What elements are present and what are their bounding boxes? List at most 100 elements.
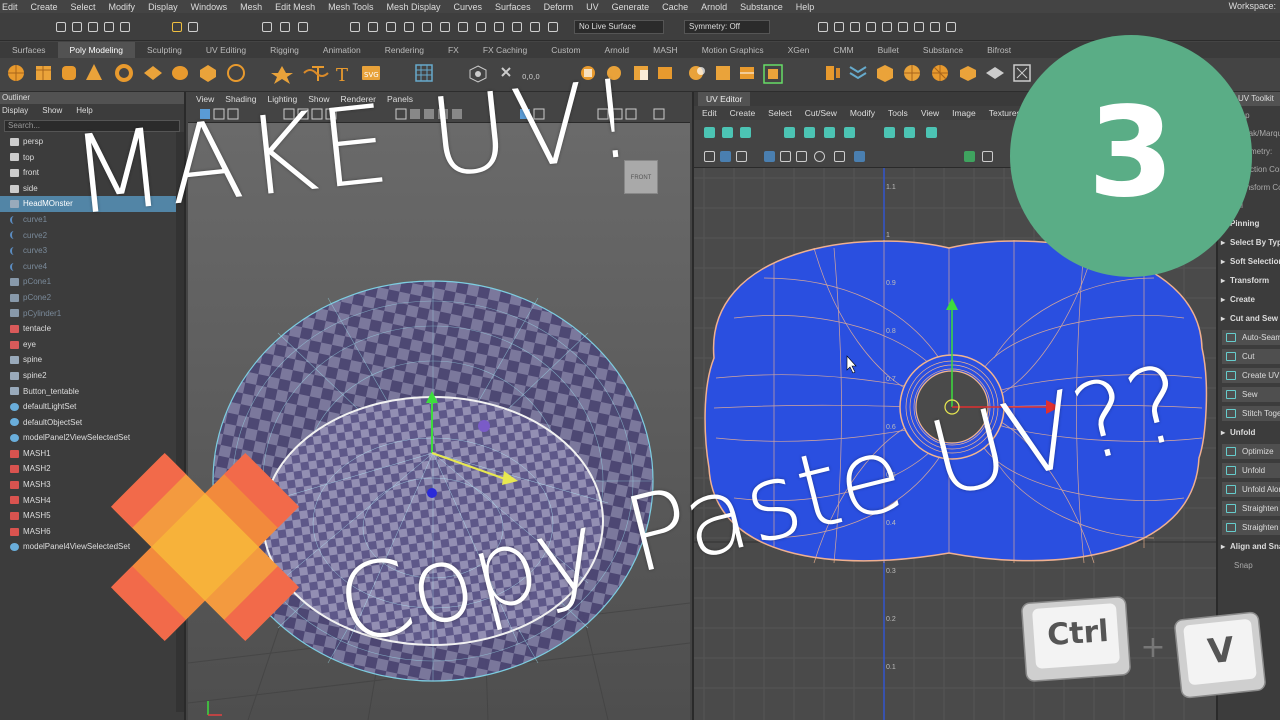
- menu-item[interactable]: Mesh Display: [387, 2, 441, 12]
- undo-icon[interactable]: [104, 22, 114, 32]
- menu-item[interactable]: Windows: [191, 2, 228, 12]
- uv-canvas[interactable]: 1.1 1 0.9 0.8 0.7 0.6 0.5 0.4 0.3 0.2 0.1: [694, 168, 1216, 720]
- menu-item[interactable]: Cache: [662, 2, 688, 12]
- menu-item[interactable]: Modify: [109, 2, 136, 12]
- uv-menu-item[interactable]: Tools: [888, 108, 908, 118]
- shelf-tab[interactable]: Rigging: [258, 42, 311, 58]
- outliner-item[interactable]: MASH4: [0, 493, 184, 509]
- toolkit-section-header[interactable]: ▸ Select By Type: [1218, 235, 1280, 251]
- outliner-item[interactable]: HeadMOnster: [0, 196, 184, 212]
- uv-distortion-icon[interactable]: [736, 151, 747, 162]
- uv-shaded-icon[interactable]: [720, 151, 731, 162]
- poly-cube-icon[interactable]: [36, 66, 51, 80]
- shelf-tab[interactable]: Bullet: [866, 42, 911, 58]
- view-cube[interactable]: FRONT: [624, 160, 658, 194]
- shelf-tab[interactable]: Custom: [539, 42, 592, 58]
- component-mode-icon[interactable]: [188, 22, 198, 32]
- snap-view-icon[interactable]: [404, 22, 414, 32]
- outliner-item[interactable]: spine2: [0, 368, 184, 384]
- shelf-tab[interactable]: UV Editing: [194, 42, 258, 58]
- viewport-menu-item[interactable]: Shading: [225, 94, 256, 104]
- uv-cut-icon[interactable]: [884, 127, 895, 138]
- xray-icon[interactable]: [438, 109, 448, 119]
- toolkit-button[interactable]: Straighten UVs: [1222, 501, 1280, 516]
- toolkit-button[interactable]: Auto-Seams: [1222, 330, 1280, 345]
- bevel-icon[interactable]: [634, 66, 648, 80]
- outliner-item[interactable]: persp: [0, 134, 184, 150]
- toolkit-section-header[interactable]: ▸ Transform: [1218, 273, 1280, 289]
- head-monster-mesh[interactable]: [212, 280, 654, 682]
- viewport-menu-item[interactable]: Renderer: [341, 94, 376, 104]
- color-management-icon[interactable]: [653, 108, 665, 120]
- outliner-item[interactable]: defaultObjectSet: [0, 415, 184, 431]
- film-gate-icon[interactable]: [297, 108, 309, 120]
- fill-hole-icon[interactable]: [904, 65, 920, 81]
- crease-icon[interactable]: [1013, 64, 1031, 82]
- gate-mask-icon[interactable]: [325, 108, 337, 120]
- bool-inter-icon[interactable]: [716, 66, 730, 80]
- uv-menu-item[interactable]: Select: [768, 108, 792, 118]
- toolkit-section-header[interactable]: ▸ Align and Snap: [1218, 539, 1280, 555]
- outliner-item[interactable]: modelPanel2ViewSelectedSet: [0, 430, 184, 446]
- snap-vertex-icon[interactable]: [458, 22, 468, 32]
- render-settings-icon[interactable]: [866, 22, 876, 32]
- smooth-icon[interactable]: 0,0,0: [522, 73, 540, 81]
- menu-item[interactable]: Curves: [454, 2, 483, 12]
- uv-grid-icon[interactable]: [704, 151, 715, 162]
- toolkit-section-header[interactable]: ▸ Soft Selection: [1218, 254, 1280, 270]
- uv-sew-icon[interactable]: [904, 127, 915, 138]
- type-t-icon[interactable]: T: [336, 65, 348, 86]
- viewport-canvas[interactable]: FRONT: [188, 123, 690, 720]
- smooth-shade-icon[interactable]: [410, 109, 420, 119]
- snap-surface-icon[interactable]: [422, 22, 432, 32]
- uv-menu-item[interactable]: Cut/Sew: [805, 108, 837, 118]
- outliner-item[interactable]: curve2: [0, 228, 184, 244]
- toolkit-button[interactable]: Sew: [1222, 387, 1280, 402]
- poly-platonic-icon[interactable]: [200, 65, 216, 82]
- combine-icon[interactable]: [469, 65, 487, 83]
- resolution-gate-icon[interactable]: [311, 108, 323, 120]
- smooth-proxy-icon[interactable]: [986, 67, 1004, 79]
- uv-rotate-icon[interactable]: [740, 127, 751, 138]
- outliner-item[interactable]: MASH3: [0, 477, 184, 493]
- select-mode-icon[interactable]: [172, 22, 182, 32]
- poly-torus-icon[interactable]: [115, 64, 133, 82]
- snap-pivot-icon[interactable]: [512, 22, 522, 32]
- uv-menu-item[interactable]: Modify: [850, 108, 875, 118]
- shelf-tab[interactable]: MASH: [641, 42, 690, 58]
- outliner-item[interactable]: MASH2: [0, 461, 184, 477]
- outliner-item[interactable]: tentacle: [0, 321, 184, 337]
- uv-dim-image-icon[interactable]: [796, 151, 807, 162]
- grid-toggle-icon[interactable]: [283, 108, 295, 120]
- menu-item[interactable]: Edit Mesh: [275, 2, 315, 12]
- symmetry-field[interactable]: Symmetry: Off: [684, 20, 770, 34]
- uv-align-bottom-icon[interactable]: [844, 127, 855, 138]
- outliner-item[interactable]: Button_tentable: [0, 384, 184, 400]
- shelf-tab[interactable]: XGen: [776, 42, 822, 58]
- uv-align-top-icon[interactable]: [824, 127, 835, 138]
- target-weld-icon[interactable]: [763, 64, 783, 84]
- textured-icon[interactable]: [452, 109, 462, 119]
- separate-icon[interactable]: [501, 67, 511, 77]
- menu-item[interactable]: Mesh: [240, 2, 262, 12]
- ipr-render-icon[interactable]: [850, 22, 860, 32]
- outliner-item[interactable]: pCone2: [0, 290, 184, 306]
- outliner-item[interactable]: spine: [0, 352, 184, 368]
- menu-item[interactable]: UV: [586, 2, 599, 12]
- quadrangulate-icon[interactable]: [877, 65, 893, 82]
- outliner-item[interactable]: curve1: [0, 212, 184, 228]
- outliner-item[interactable]: MASH5: [0, 508, 184, 524]
- shelf-tab[interactable]: FX Caching: [471, 42, 539, 58]
- toolkit-button[interactable]: Unfold Along: [1222, 482, 1280, 497]
- viewport-menu-item[interactable]: View: [196, 94, 214, 104]
- outliner-item[interactable]: MASH1: [0, 446, 184, 462]
- uv-menu-item[interactable]: Create: [730, 108, 756, 118]
- arnold-stop-icon[interactable]: [930, 22, 940, 32]
- outliner-item[interactable]: modelPanel4ViewSelectedSet: [0, 539, 184, 555]
- sweep-mesh-icon[interactable]: [271, 66, 293, 84]
- shelf-tab[interactable]: FX: [436, 42, 471, 58]
- outliner-item[interactable]: pCylinder1: [0, 306, 184, 322]
- outliner-scrollbar[interactable]: [176, 132, 184, 712]
- toolkit-section-header[interactable]: ▸ Pinning: [1218, 216, 1280, 232]
- uv-snapshot-icon[interactable]: [834, 151, 845, 162]
